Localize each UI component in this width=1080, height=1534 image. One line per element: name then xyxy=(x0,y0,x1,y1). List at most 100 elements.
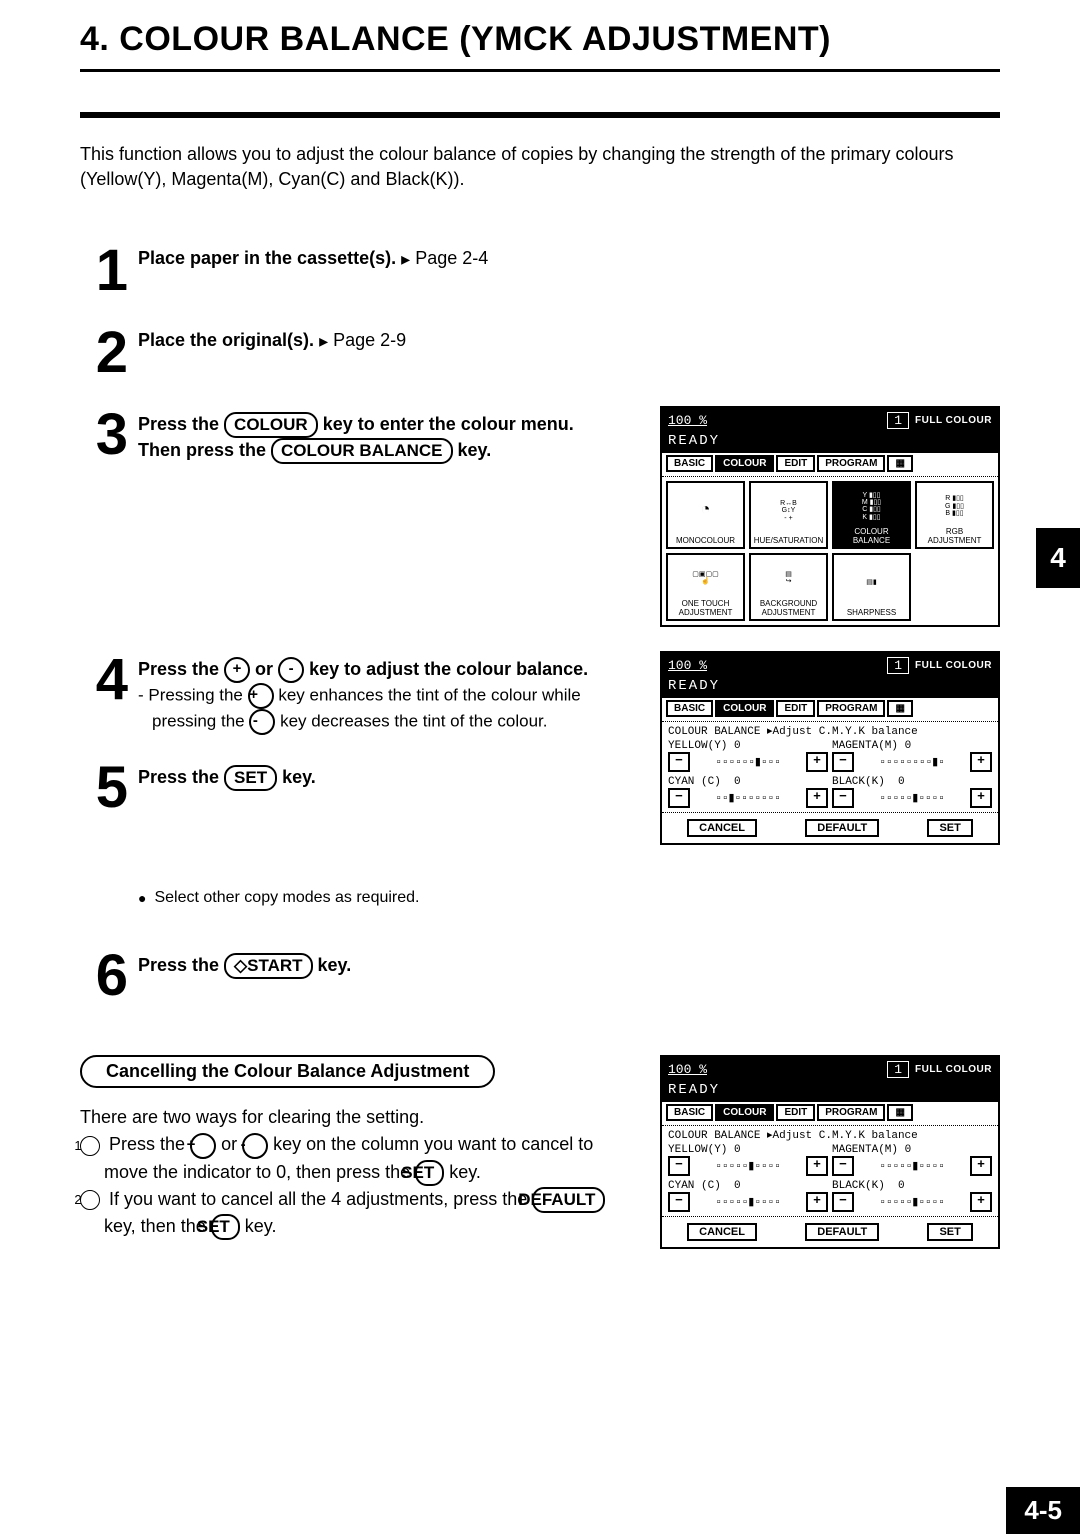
section-index-tab: 4 xyxy=(1036,528,1080,588)
sharpness-icon: ▤▮ xyxy=(836,557,907,608)
yellow-plus[interactable]: + xyxy=(806,752,828,772)
magenta-plus[interactable]: + xyxy=(970,1156,992,1176)
lcd-count: 1 xyxy=(887,657,909,674)
tab-colour[interactable]: COLOUR xyxy=(715,1104,774,1121)
start-key: ◇START xyxy=(224,953,312,979)
menu-rgb-adjust[interactable]: R ▮▯▯ G ▮▯▯ B ▮▯▯ RGB ADJUSTMENT xyxy=(915,481,994,549)
lcd-ready: READY xyxy=(662,1082,998,1102)
lcd-percent: 100 % xyxy=(668,413,707,428)
lcd-fullcolour: FULL COLOUR xyxy=(915,1064,992,1075)
tab-edit[interactable]: EDIT xyxy=(776,1104,815,1121)
plus-key: + xyxy=(248,683,274,709)
colour-balance-key: COLOUR BALANCE xyxy=(271,438,453,464)
channel-magenta: MAGENTA(M) 0 −▫▫▫▫▫▮▫▫▫▫+ xyxy=(832,1144,992,1176)
ymck-icon: Y ▮▯▯ M ▮▯▯ C ▮▯▯ K ▮▯▯ xyxy=(836,485,907,527)
set-key: SET xyxy=(224,765,277,791)
hue-icon: R↔BG↕Y- + xyxy=(753,485,824,536)
channel-yellow: YELLOW(Y) 0 −▫▫▫▫▫▫▮▫▫▫+ xyxy=(668,740,828,772)
default-button[interactable]: DEFAULT xyxy=(805,819,879,837)
circled-2-icon: 2 xyxy=(80,1190,100,1210)
cyan-minus[interactable]: − xyxy=(668,1192,690,1212)
set-key: SET xyxy=(211,1214,240,1240)
lcd-tabs: BASIC COLOUR EDIT PROGRAM ▦ xyxy=(662,453,998,477)
step-5-b: key. xyxy=(277,767,316,787)
tab-icon[interactable]: ▦ xyxy=(887,700,912,717)
set-button[interactable]: SET xyxy=(927,819,972,837)
default-button[interactable]: DEFAULT xyxy=(805,1223,879,1241)
cancel-button[interactable]: CANCEL xyxy=(687,1223,757,1241)
menu-one-touch[interactable]: ▢▣▢▢☝ONE TOUCH ADJUSTMENT xyxy=(666,553,745,621)
step-number: 3 xyxy=(80,406,128,464)
tab-icon[interactable]: ▦ xyxy=(887,1104,912,1121)
tab-icon[interactable]: ▦ xyxy=(887,455,912,472)
tab-colour[interactable]: COLOUR xyxy=(715,455,774,472)
step-2: 2 Place the original(s). ▸ Page 2-9 xyxy=(80,324,1000,382)
step-3-b: key to enter the colour menu. xyxy=(318,414,574,434)
rgb-icon: R ▮▯▯ G ▮▯▯ B ▮▯▯ xyxy=(919,485,990,527)
tab-colour[interactable]: COLOUR xyxy=(715,700,774,717)
step-4-a: Press the xyxy=(138,659,224,679)
cyan-minus[interactable]: − xyxy=(668,788,690,808)
channel-black: BLACK(K) 0 −▫▫▫▫▫▮▫▫▫▫+ xyxy=(832,1180,992,1212)
menu-background[interactable]: ▤↪BACKGROUND ADJUSTMENT xyxy=(749,553,828,621)
yellow-plus[interactable]: + xyxy=(806,1156,828,1176)
minus-key: - xyxy=(278,657,304,683)
menu-colour-balance[interactable]: Y ▮▯▯ M ▮▯▯ C ▮▯▯ K ▮▯▯ COLOUR BALANCE xyxy=(832,481,911,549)
step-1-lead: Place paper in the cassette(s). xyxy=(138,248,396,268)
cancel-button[interactable]: CANCEL xyxy=(687,819,757,837)
monocolour-icon: ◔ xyxy=(701,502,711,519)
step-6-a: Press the xyxy=(138,955,224,975)
tab-basic[interactable]: BASIC xyxy=(666,455,713,472)
tab-program[interactable]: PROGRAM xyxy=(817,1104,885,1121)
lcd-subtitle: COLOUR BALANCE ▸Adjust C.M.Y.K balance xyxy=(662,722,998,740)
step-3-c: Then press the xyxy=(138,440,271,460)
channel-black: BLACK(K) 0 −▫▫▫▫▫▮▫▫▫▫+ xyxy=(832,776,992,808)
step-1: 1 Place paper in the cassette(s). ▸ Page… xyxy=(80,242,1000,300)
set-button[interactable]: SET xyxy=(927,1223,972,1241)
cancel-opt2-a: If you want to cancel all the 4 adjustme… xyxy=(109,1189,532,1209)
magenta-plus[interactable]: + xyxy=(970,752,992,772)
step-number: 1 xyxy=(80,242,128,300)
cancel-opt1-c: key. xyxy=(444,1162,481,1182)
minus-key: - xyxy=(249,709,275,735)
lcd-ready: READY xyxy=(662,678,998,698)
tab-program[interactable]: PROGRAM xyxy=(817,700,885,717)
pointer-icon: ▸ xyxy=(401,249,410,269)
pointer-icon: ▸ xyxy=(319,331,328,351)
cancel-opt2-c: key. xyxy=(240,1216,277,1236)
cyan-plus[interactable]: + xyxy=(806,788,828,808)
lcd-count: 1 xyxy=(887,1061,909,1078)
background-icon: ▤↪ xyxy=(753,557,824,599)
yellow-minus[interactable]: − xyxy=(668,1156,690,1176)
circled-1-icon: 1 xyxy=(80,1136,100,1156)
step-3-a: Press the xyxy=(138,414,224,434)
step-6: 6 Press the ◇START key. xyxy=(80,947,1000,1005)
tab-program[interactable]: PROGRAM xyxy=(817,455,885,472)
black-minus[interactable]: − xyxy=(832,788,854,808)
tab-basic[interactable]: BASIC xyxy=(666,1104,713,1121)
minus-key: - xyxy=(242,1133,268,1159)
black-plus[interactable]: + xyxy=(970,1192,992,1212)
step-5-a: Press the xyxy=(138,767,224,787)
tab-edit[interactable]: EDIT xyxy=(776,455,815,472)
cancel-opt2-b: key, then the xyxy=(104,1216,211,1236)
black-minus[interactable]: − xyxy=(832,1192,854,1212)
lcd-colour-menu: 100 % 1 FULL COLOUR READY BASIC COLOUR E… xyxy=(660,406,1000,627)
black-plus[interactable]: + xyxy=(970,788,992,808)
step-number: 6 xyxy=(80,947,128,1005)
magenta-minus[interactable]: − xyxy=(832,752,854,772)
tab-edit[interactable]: EDIT xyxy=(776,700,815,717)
step-1-ref: Page 2-4 xyxy=(415,248,488,268)
page-title: 4. COLOUR BALANCE (YMCK ADJUSTMENT) xyxy=(80,20,1000,72)
plus-key: + xyxy=(190,1133,216,1159)
tab-basic[interactable]: BASIC xyxy=(666,700,713,717)
step-number: 5 xyxy=(80,759,128,817)
yellow-minus[interactable]: − xyxy=(668,752,690,772)
menu-hue-saturation[interactable]: R↔BG↕Y- +HUE/SATURATION xyxy=(749,481,828,549)
menu-sharpness[interactable]: ▤▮SHARPNESS xyxy=(832,553,911,621)
menu-monocolour[interactable]: ◔MONOCOLOUR xyxy=(666,481,745,549)
cyan-plus[interactable]: + xyxy=(806,1192,828,1212)
lcd-fullcolour: FULL COLOUR xyxy=(915,415,992,426)
lcd-subtitle: COLOUR BALANCE ▸Adjust C.M.Y.K balance xyxy=(662,1126,998,1144)
magenta-minus[interactable]: − xyxy=(832,1156,854,1176)
